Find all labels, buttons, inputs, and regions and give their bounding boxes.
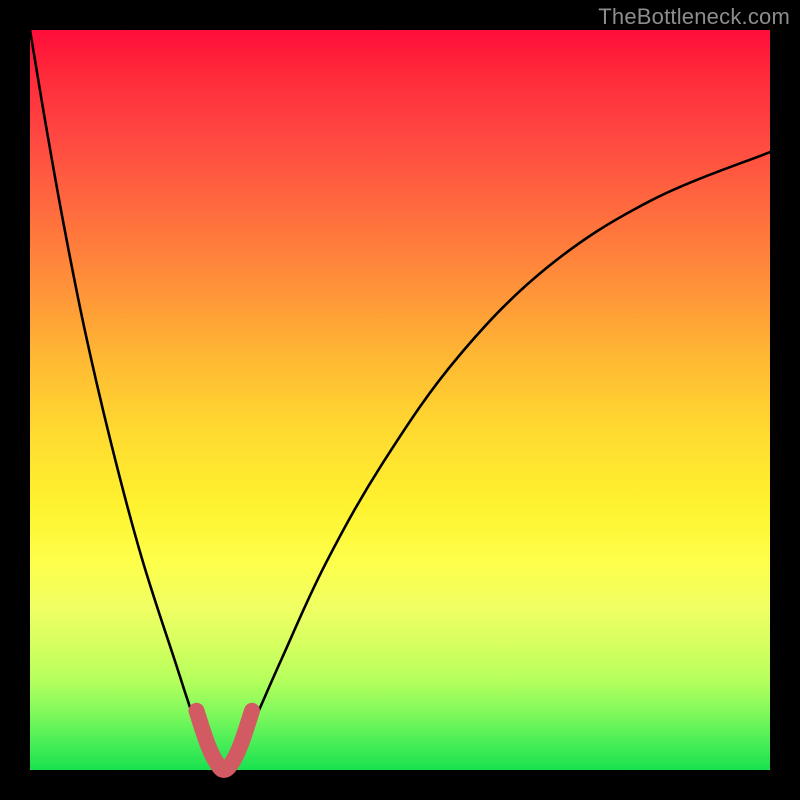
bottleneck-curve <box>30 30 770 770</box>
notch-highlight <box>197 711 253 770</box>
chart-overlay <box>30 30 770 770</box>
chart-frame: TheBottleneck.com <box>0 0 800 800</box>
watermark-text: TheBottleneck.com <box>598 4 790 30</box>
